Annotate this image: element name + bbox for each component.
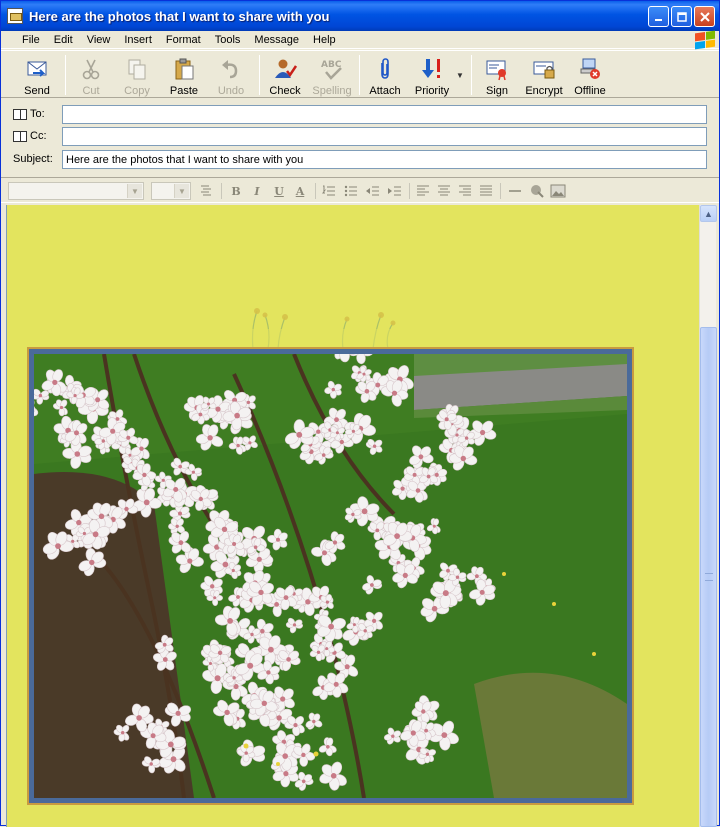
address-book-icon: [13, 131, 27, 142]
clipboard-icon: [172, 57, 196, 81]
offline-button[interactable]: Offline: [567, 53, 613, 97]
format-separator: [409, 183, 410, 199]
chevron-down-icon: ▼: [127, 184, 142, 198]
toolbar-separator: [359, 55, 360, 95]
hyperlink-icon[interactable]: [529, 183, 545, 199]
copy-icon: [125, 57, 149, 81]
minimize-icon: [654, 12, 664, 22]
cherry-blossom-photo[interactable]: [34, 354, 627, 798]
photo-frame: [27, 347, 634, 805]
message-header: To: Cc: Subject:: [1, 99, 719, 172]
minimize-button[interactable]: [648, 6, 669, 27]
toolbar-separator: [65, 55, 66, 95]
menu-help[interactable]: Help: [306, 34, 343, 46]
priority-icon: [420, 57, 444, 81]
menu-message[interactable]: Message: [247, 34, 306, 46]
menu-insert[interactable]: Insert: [117, 34, 159, 46]
subject-row: Subject:: [1, 150, 719, 170]
vertical-scrollbar[interactable]: ▲: [699, 205, 716, 827]
underline-icon[interactable]: U: [271, 183, 287, 199]
lock-icon: [532, 57, 556, 81]
italic-icon[interactable]: I: [249, 183, 265, 199]
toolbar-separator: [259, 55, 260, 95]
message-icon: [7, 8, 23, 24]
bullet-list-icon[interactable]: [343, 183, 359, 199]
menu-edit[interactable]: Edit: [47, 34, 80, 46]
grip-icon: [705, 573, 713, 581]
format-separator: [500, 183, 501, 199]
font-name-select[interactable]: ▼: [8, 182, 144, 200]
scroll-up-icon[interactable]: ▲: [700, 205, 717, 222]
align-left-icon[interactable]: [415, 183, 431, 199]
formatting-toolbar: ▼ ▼ B I U A: [1, 177, 719, 203]
undo-icon: [219, 57, 243, 81]
scissors-icon: [79, 57, 103, 81]
menu-view[interactable]: View: [80, 34, 118, 46]
to-field[interactable]: [62, 105, 707, 124]
numbered-list-icon[interactable]: [321, 183, 337, 199]
font-color-icon[interactable]: A: [292, 183, 308, 199]
encrypt-button[interactable]: Encrypt: [521, 53, 567, 97]
toolbar: Send Cut Copy Paste Undo: [1, 50, 719, 98]
windows-logo-icon: [695, 31, 715, 50]
to-row: To:: [1, 105, 719, 125]
to-label-button[interactable]: To:: [13, 108, 45, 120]
check-names-icon: [273, 57, 297, 81]
subject-field[interactable]: [62, 150, 707, 169]
paragraph-style-icon[interactable]: [199, 183, 215, 199]
compose-window: Here are the photos that I want to share…: [0, 0, 720, 826]
decrease-indent-icon[interactable]: [365, 183, 381, 199]
format-separator: [315, 183, 316, 199]
cc-row: Cc:: [1, 127, 719, 147]
send-icon: [25, 57, 49, 81]
window-title: Here are the photos that I want to share…: [29, 9, 330, 24]
title-bar[interactable]: Here are the photos that I want to share…: [1, 1, 719, 31]
attach-button[interactable]: Attach: [362, 53, 408, 97]
align-center-icon[interactable]: [436, 183, 452, 199]
send-button[interactable]: Send: [14, 53, 60, 97]
message-body[interactable]: [6, 205, 699, 827]
cc-label-button[interactable]: Cc:: [13, 130, 47, 142]
cc-field[interactable]: [62, 127, 707, 146]
justify-icon[interactable]: [478, 183, 494, 199]
paste-button[interactable]: Paste: [161, 53, 207, 97]
format-separator: [221, 183, 222, 199]
align-right-icon[interactable]: [457, 183, 473, 199]
chevron-down-icon: ▼: [174, 184, 189, 198]
close-icon: [700, 12, 710, 22]
sign-button[interactable]: Sign: [474, 53, 520, 97]
bold-icon[interactable]: B: [228, 183, 244, 199]
spelling-button[interactable]: ABC Spelling: [309, 53, 355, 97]
close-button[interactable]: [694, 6, 715, 27]
copy-button[interactable]: Copy: [114, 53, 160, 97]
priority-dropdown-arrow-icon[interactable]: ▼: [456, 71, 464, 80]
spelling-icon: ABC: [320, 57, 344, 81]
address-book-icon: [13, 109, 27, 120]
menu-format[interactable]: Format: [159, 34, 208, 46]
font-size-select[interactable]: ▼: [151, 182, 191, 200]
certificate-icon: [485, 57, 509, 81]
insert-picture-icon[interactable]: [550, 183, 566, 199]
horizontal-line-icon[interactable]: [507, 183, 523, 199]
undo-button[interactable]: Undo: [208, 53, 254, 97]
cherry-blossom-image: [34, 354, 627, 798]
maximize-icon: [677, 12, 687, 22]
paperclip-icon: [373, 57, 397, 81]
cut-button[interactable]: Cut: [68, 53, 114, 97]
menu-tools[interactable]: Tools: [208, 34, 248, 46]
maximize-button[interactable]: [671, 6, 692, 27]
offline-icon: [578, 57, 602, 81]
toolbar-separator: [471, 55, 472, 95]
priority-button[interactable]: Priority: [409, 53, 455, 97]
stationery-sprigs-image: [223, 303, 443, 349]
increase-indent-icon[interactable]: [387, 183, 403, 199]
menu-file[interactable]: File: [15, 34, 47, 46]
scrollbar-thumb[interactable]: [700, 327, 717, 827]
check-names-button[interactable]: Check: [262, 53, 308, 97]
menu-bar: File Edit View Insert Format Tools Messa…: [1, 31, 719, 49]
svg-text:ABC: ABC: [321, 60, 342, 70]
subject-label: Subject:: [13, 153, 53, 165]
